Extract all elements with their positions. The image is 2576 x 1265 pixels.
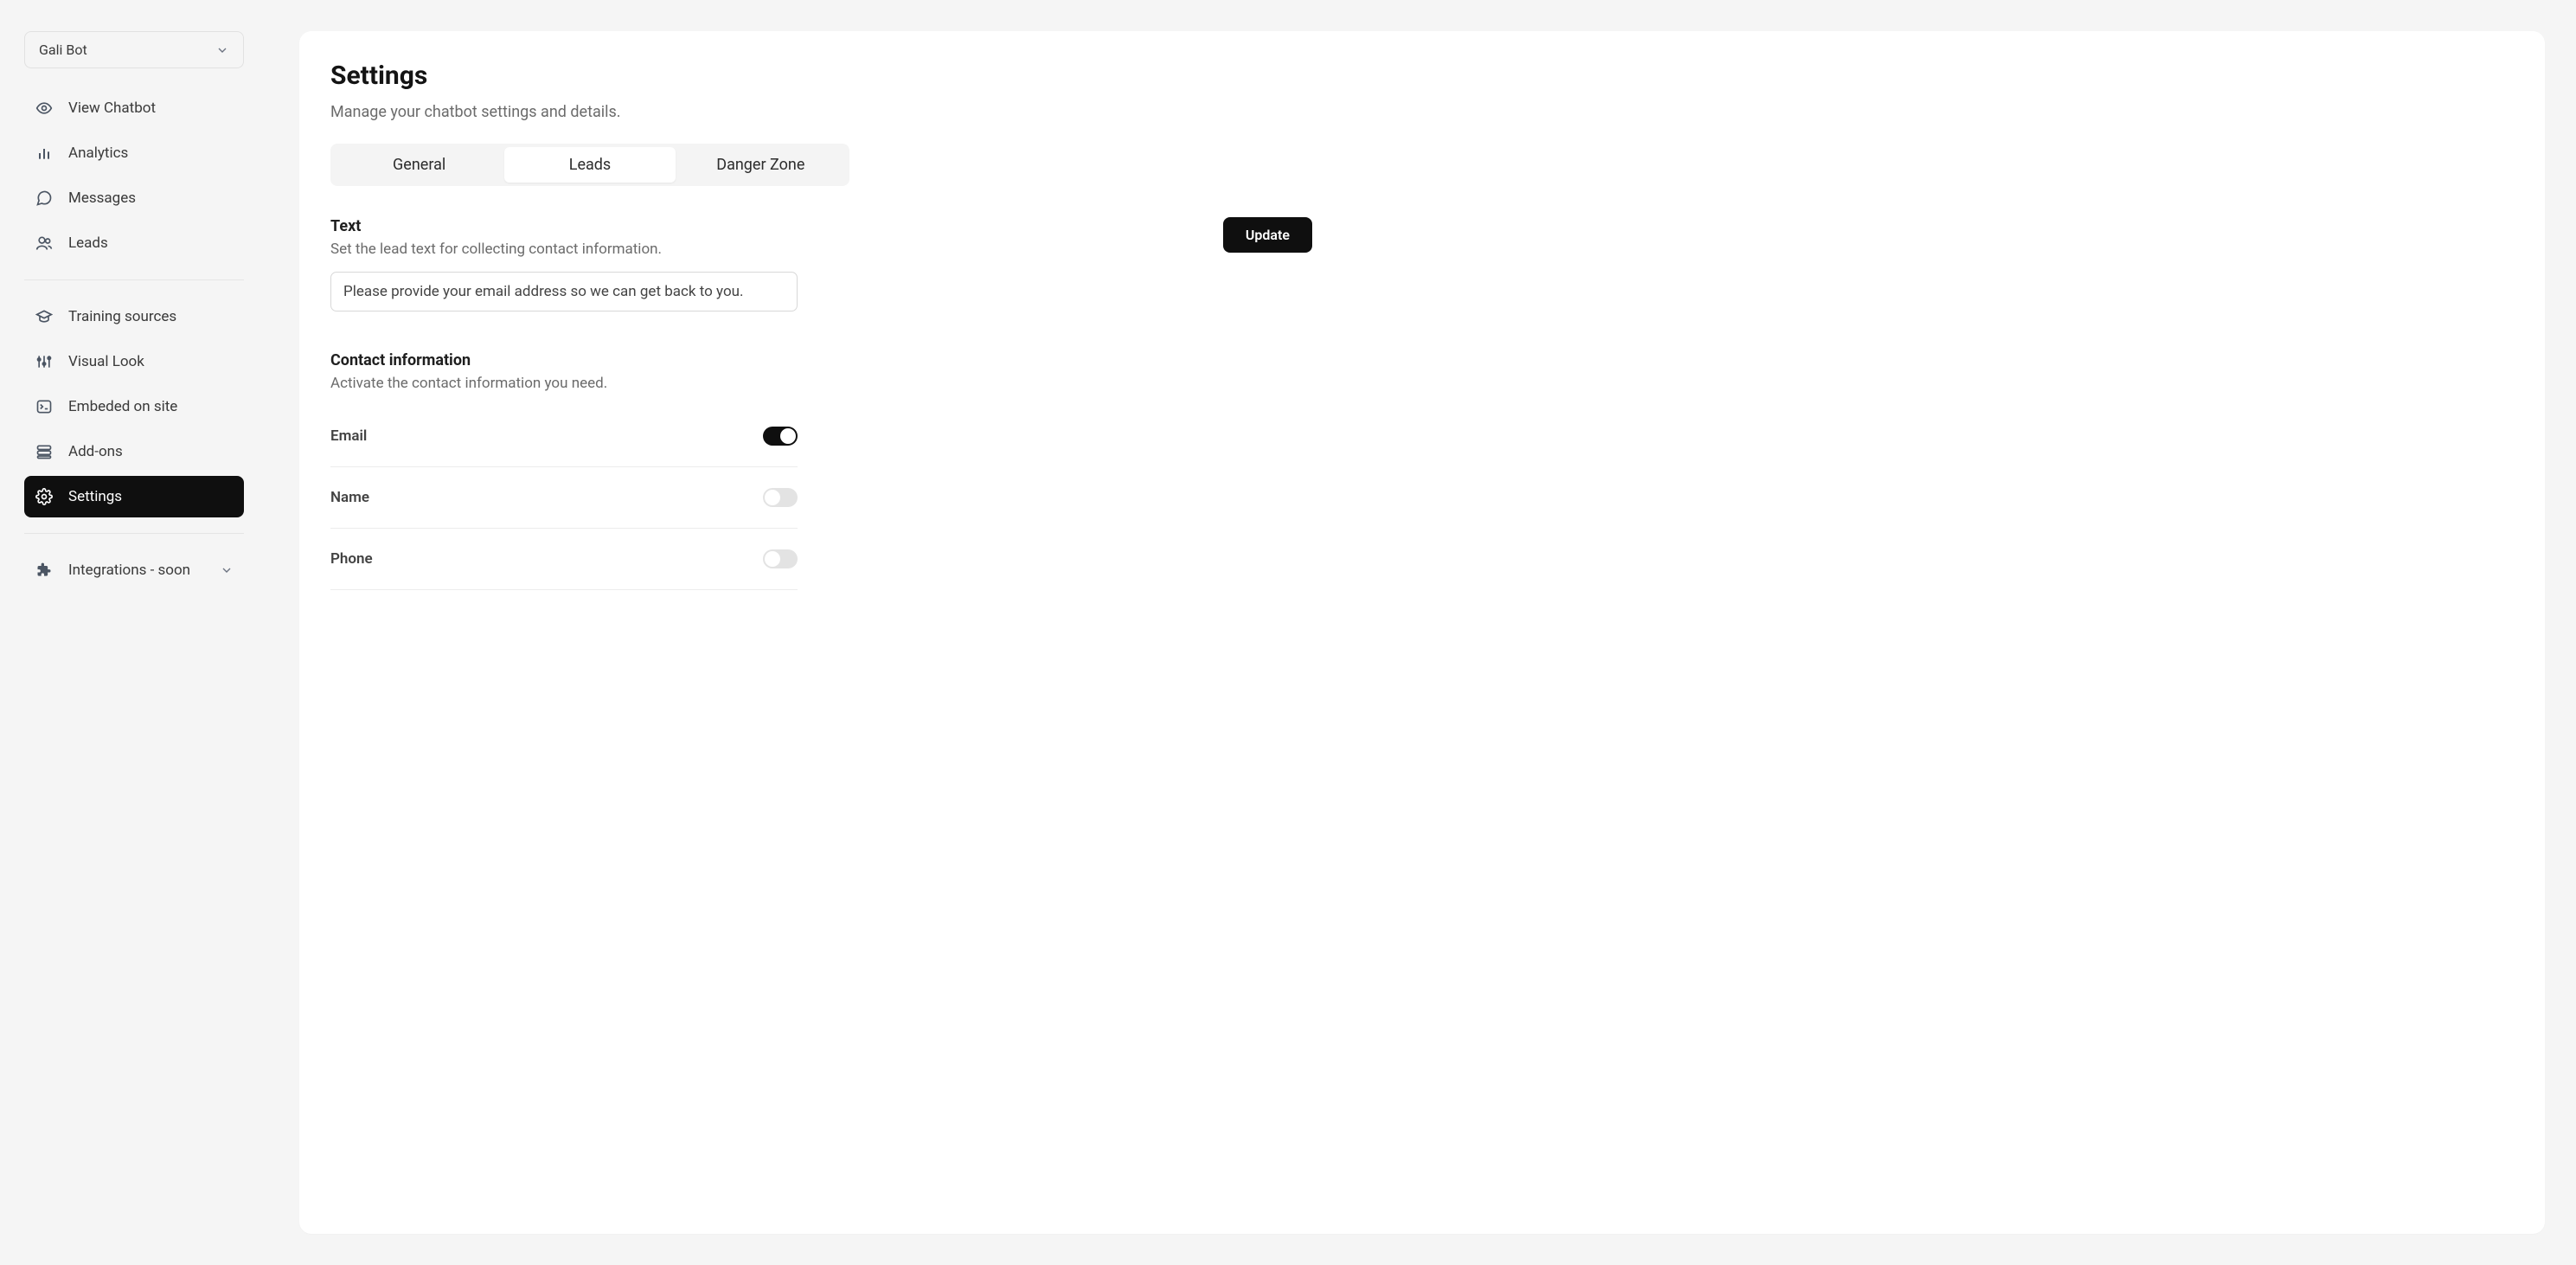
- sidebar-item-label: Integrations - soon: [68, 562, 190, 579]
- toggle-name[interactable]: [763, 488, 798, 507]
- sidebar-item-visual-look[interactable]: Visual Look: [24, 341, 244, 382]
- nav-group-1: View Chatbot Analytics Messages Leads: [24, 87, 244, 264]
- toggle-label: Phone: [330, 550, 373, 568]
- puzzle-icon: [35, 561, 54, 580]
- terminal-icon: [35, 397, 54, 416]
- contact-subtitle: Activate the contact information you nee…: [330, 375, 1312, 392]
- tab-general[interactable]: General: [334, 147, 504, 183]
- tabs: General Leads Danger Zone: [330, 144, 849, 186]
- eye-icon: [35, 99, 54, 118]
- stack-icon: [35, 442, 54, 461]
- divider: [24, 533, 244, 534]
- contact-title: Contact information: [330, 351, 1312, 369]
- main-content: Settings Manage your chatbot settings an…: [299, 31, 2545, 1234]
- toggle-row-email: Email: [330, 418, 798, 467]
- messages-icon: [35, 189, 54, 208]
- toggle-row-phone: Phone: [330, 529, 798, 590]
- nav-group-2: Training sources Visual Look Embeded on …: [24, 296, 244, 517]
- lead-text-title: Text: [330, 217, 662, 235]
- lead-text-subtitle: Set the lead text for collecting contact…: [330, 241, 662, 258]
- toggle-label: Email: [330, 427, 367, 445]
- sidebar-item-label: Add-ons: [68, 443, 123, 460]
- bot-selector[interactable]: Gali Bot: [24, 31, 244, 68]
- gear-icon: [35, 487, 54, 506]
- page-subtitle: Manage your chatbot settings and details…: [330, 103, 2514, 121]
- sidebar-item-embed-on-site[interactable]: Embeded on site: [24, 386, 244, 427]
- sidebar-item-integrations[interactable]: Integrations - soon: [24, 549, 244, 591]
- sidebar-item-label: Leads: [68, 234, 108, 252]
- toggle-email[interactable]: [763, 427, 798, 446]
- sidebar-item-analytics[interactable]: Analytics: [24, 132, 244, 174]
- sidebar-item-label: Training sources: [68, 308, 176, 325]
- sidebar-item-label: Messages: [68, 189, 136, 207]
- sidebar: Gali Bot View Chatbot Analytics Messages: [0, 0, 268, 1265]
- divider: [24, 279, 244, 280]
- toggle-row-name: Name: [330, 467, 798, 529]
- sidebar-item-label: Analytics: [68, 144, 128, 162]
- toggle-phone[interactable]: [763, 549, 798, 568]
- update-button[interactable]: Update: [1223, 217, 1312, 253]
- sidebar-item-settings[interactable]: Settings: [24, 476, 244, 517]
- sliders-icon: [35, 352, 54, 371]
- sidebar-item-label: Embeded on site: [68, 398, 177, 415]
- chevron-down-icon: [220, 563, 234, 577]
- tab-danger-zone[interactable]: Danger Zone: [676, 147, 846, 183]
- tab-leads[interactable]: Leads: [504, 147, 675, 183]
- sidebar-item-add-ons[interactable]: Add-ons: [24, 431, 244, 472]
- sidebar-item-leads[interactable]: Leads: [24, 222, 244, 264]
- lead-text-input[interactable]: [330, 272, 798, 311]
- toggle-label: Name: [330, 489, 369, 506]
- sidebar-item-label: View Chatbot: [68, 100, 156, 117]
- sidebar-item-messages[interactable]: Messages: [24, 177, 244, 219]
- chevron-down-icon: [215, 43, 229, 57]
- users-icon: [35, 234, 54, 253]
- sidebar-item-label: Settings: [68, 488, 122, 505]
- graduation-cap-icon: [35, 307, 54, 326]
- sidebar-item-training-sources[interactable]: Training sources: [24, 296, 244, 337]
- sidebar-item-label: Visual Look: [68, 353, 144, 370]
- bot-selector-label: Gali Bot: [39, 42, 87, 58]
- page-title: Settings: [330, 61, 2514, 91]
- bar-chart-icon: [35, 144, 54, 163]
- sidebar-item-view-chatbot[interactable]: View Chatbot: [24, 87, 244, 129]
